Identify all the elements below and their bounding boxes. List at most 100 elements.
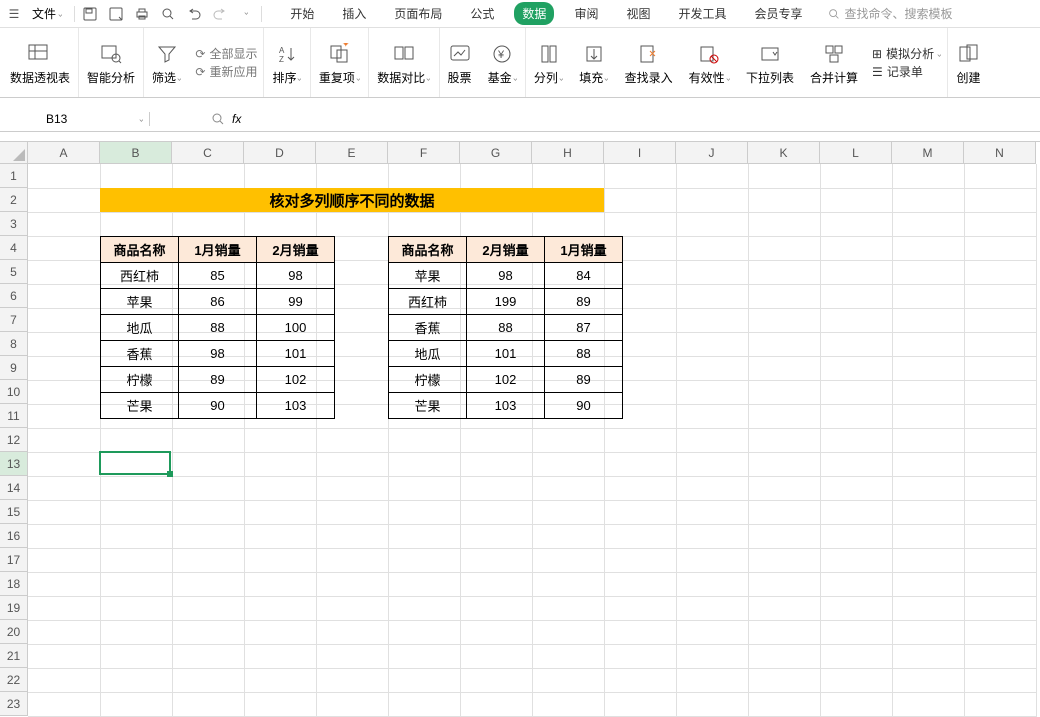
row-header-19[interactable]: 19 [0, 596, 28, 620]
cell[interactable] [892, 476, 964, 500]
cell[interactable] [676, 332, 748, 356]
cell[interactable] [100, 164, 172, 188]
table-cell[interactable]: 89 [179, 367, 257, 393]
cell[interactable] [28, 308, 100, 332]
cell[interactable] [28, 284, 100, 308]
cell[interactable] [748, 284, 820, 308]
fx-icon[interactable]: fx [232, 112, 241, 126]
cell[interactable] [604, 212, 676, 236]
table-cell[interactable]: 102 [467, 367, 545, 393]
cell[interactable] [388, 212, 460, 236]
col-header-B[interactable]: B [100, 142, 172, 164]
cell[interactable] [532, 644, 604, 668]
table-cell[interactable]: 香蕉 [101, 341, 179, 367]
cell[interactable] [28, 476, 100, 500]
cell[interactable] [28, 524, 100, 548]
cell[interactable] [28, 212, 100, 236]
cell[interactable] [172, 668, 244, 692]
cell[interactable] [964, 620, 1036, 644]
table-cell[interactable]: 90 [545, 393, 623, 419]
cell[interactable] [28, 428, 100, 452]
table-header[interactable]: 1月销量 [545, 237, 623, 263]
cell[interactable] [676, 476, 748, 500]
cell[interactable] [964, 548, 1036, 572]
cell[interactable] [460, 620, 532, 644]
cell[interactable] [172, 692, 244, 716]
cell[interactable] [964, 596, 1036, 620]
tab-1[interactable]: 插入 [334, 2, 374, 25]
cell[interactable] [820, 428, 892, 452]
cell[interactable] [676, 668, 748, 692]
cell[interactable] [820, 644, 892, 668]
table-cell[interactable]: 苹果 [389, 263, 467, 289]
cell[interactable] [316, 164, 388, 188]
cell[interactable] [316, 572, 388, 596]
smart-analysis-button[interactable]: 智能分析 [79, 28, 144, 97]
cell[interactable] [604, 548, 676, 572]
cell[interactable] [964, 236, 1036, 260]
cell[interactable] [460, 644, 532, 668]
cell[interactable] [964, 164, 1036, 188]
tab-5[interactable]: 审阅 [566, 2, 606, 25]
cell[interactable] [964, 452, 1036, 476]
cell[interactable] [244, 524, 316, 548]
find-entry-button[interactable]: 查找录入 [617, 28, 681, 97]
cell[interactable] [892, 308, 964, 332]
cell[interactable] [748, 644, 820, 668]
cell[interactable] [532, 572, 604, 596]
dropdown-list-button[interactable]: 下拉列表 [738, 28, 802, 97]
cell[interactable] [28, 620, 100, 644]
table-cell[interactable]: 86 [179, 289, 257, 315]
row-header-5[interactable]: 5 [0, 260, 28, 284]
row-header-1[interactable]: 1 [0, 164, 28, 188]
whatif-button[interactable]: ⊞模拟分析 [872, 45, 941, 62]
cell[interactable] [892, 212, 964, 236]
cell[interactable] [748, 476, 820, 500]
search-box[interactable]: 查找命令、搜索模板 [827, 5, 953, 22]
app-menu-icon[interactable]: ☰ [4, 4, 24, 24]
cell[interactable] [388, 548, 460, 572]
cell[interactable] [532, 620, 604, 644]
cell[interactable] [172, 212, 244, 236]
row-header-12[interactable]: 12 [0, 428, 28, 452]
cell[interactable] [892, 428, 964, 452]
cell[interactable] [172, 548, 244, 572]
cell[interactable] [172, 476, 244, 500]
table-header[interactable]: 1月销量 [179, 237, 257, 263]
cell[interactable] [964, 260, 1036, 284]
consolidate-button[interactable]: 合并计算 [802, 28, 866, 97]
cell[interactable] [892, 236, 964, 260]
cell[interactable] [28, 548, 100, 572]
table-row[interactable]: 芒果10390 [389, 393, 623, 419]
cell[interactable] [604, 596, 676, 620]
cell[interactable] [316, 524, 388, 548]
table-cell[interactable]: 85 [179, 263, 257, 289]
cell[interactable] [964, 692, 1036, 716]
row-header-18[interactable]: 18 [0, 572, 28, 596]
cell[interactable] [748, 332, 820, 356]
table-row[interactable]: 香蕉8887 [389, 315, 623, 341]
cell[interactable] [172, 620, 244, 644]
cell[interactable] [820, 308, 892, 332]
cell[interactable] [820, 476, 892, 500]
cell[interactable] [748, 356, 820, 380]
cell[interactable] [100, 500, 172, 524]
tab-4[interactable]: 数据 [514, 2, 554, 25]
cell[interactable] [172, 572, 244, 596]
cell[interactable] [820, 164, 892, 188]
table-cell[interactable]: 柠檬 [389, 367, 467, 393]
cell[interactable] [100, 668, 172, 692]
cell[interactable] [748, 212, 820, 236]
table-row[interactable]: 地瓜10188 [389, 341, 623, 367]
cell[interactable] [244, 476, 316, 500]
qat-more-icon[interactable] [237, 5, 255, 23]
cell[interactable] [172, 164, 244, 188]
cell[interactable] [172, 452, 244, 476]
cell[interactable] [316, 620, 388, 644]
table-header[interactable]: 2月销量 [257, 237, 335, 263]
cell[interactable] [604, 500, 676, 524]
cell[interactable] [28, 572, 100, 596]
cell[interactable] [532, 548, 604, 572]
cell[interactable] [892, 692, 964, 716]
row-header-2[interactable]: 2 [0, 188, 28, 212]
